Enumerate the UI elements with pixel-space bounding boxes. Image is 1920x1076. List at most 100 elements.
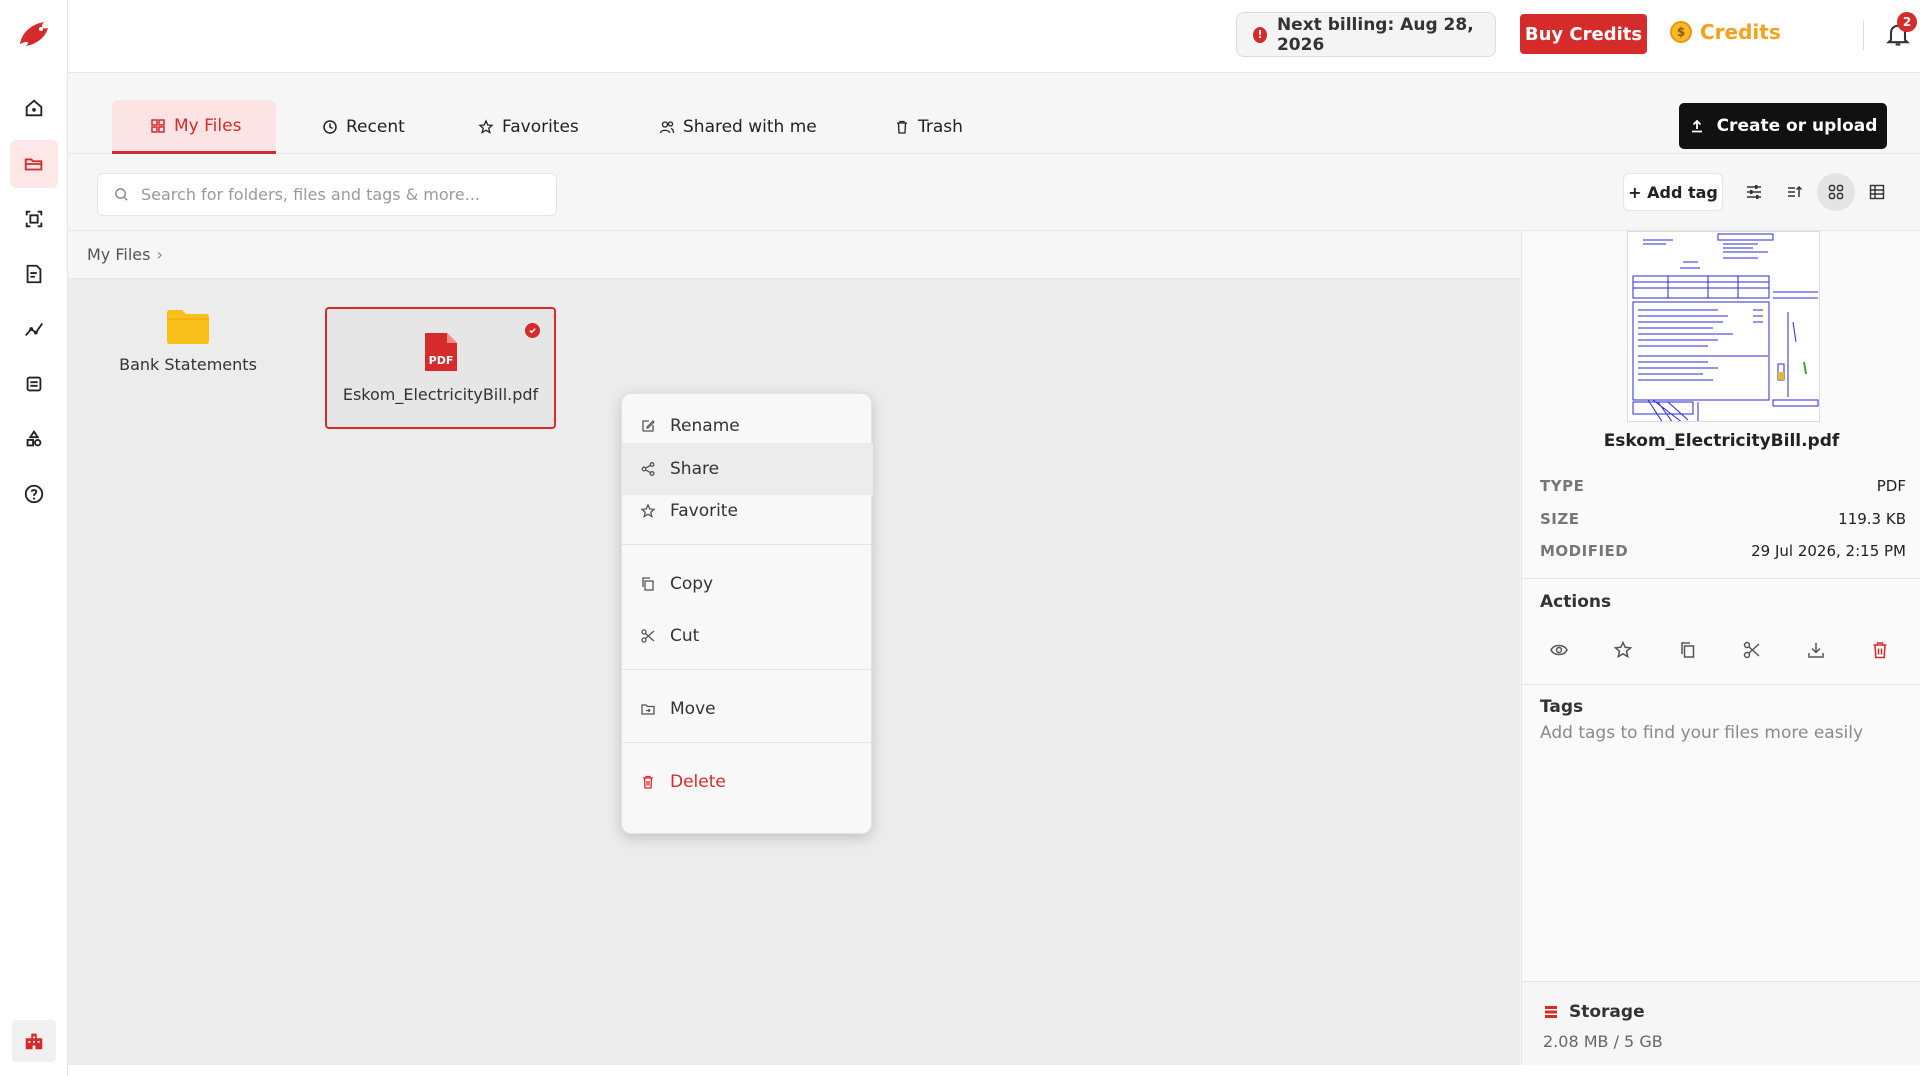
move-folder-icon: [641, 704, 655, 715]
storage-title-row: Storage: [1543, 1002, 1645, 1022]
folder-bank-statements[interactable]: Bank Statements: [108, 309, 268, 409]
svg-text:PDF: PDF: [428, 354, 453, 367]
create-label: Create or upload: [1716, 116, 1878, 136]
copy-action[interactable]: [1674, 636, 1702, 664]
menu-delete[interactable]: Delete: [622, 756, 873, 808]
tab-trash[interactable]: Trash: [872, 100, 985, 154]
scissors-icon: [1743, 641, 1760, 659]
divider: [1522, 578, 1920, 579]
menu-divider: [622, 742, 873, 743]
view-action[interactable]: [1545, 636, 1573, 664]
menu-label: Share: [670, 459, 720, 479]
copy-icon: [642, 577, 654, 591]
help-icon: [24, 484, 44, 504]
toolbar: + Add tag: [68, 154, 1920, 231]
organization-button[interactable]: [12, 1020, 56, 1062]
coin-icon: $: [1670, 21, 1692, 43]
grid-icon: [151, 118, 165, 133]
list-icon: [26, 376, 42, 392]
menu-move[interactable]: Move: [622, 683, 873, 735]
search-input[interactable]: [141, 185, 541, 204]
nav-list[interactable]: [10, 360, 58, 408]
grid-view-button[interactable]: [1817, 173, 1855, 211]
menu-cut[interactable]: Cut: [622, 610, 873, 662]
storage-title: Storage: [1569, 1002, 1645, 1022]
app-logo-icon[interactable]: [14, 14, 54, 54]
search-box: [97, 173, 557, 216]
storage-section: Storage 2.08 MB / 5 GB: [1522, 981, 1920, 1065]
actions-title: Actions: [1540, 592, 1612, 612]
meta-modified-key: MODIFIED: [1540, 542, 1629, 560]
menu-label: Move: [670, 699, 716, 719]
trash-icon: [897, 120, 907, 134]
buy-credits-button[interactable]: Buy Credits: [1520, 14, 1647, 54]
billing-text: Next billing: Aug 28, 2026: [1276, 14, 1474, 55]
upload-icon: [1691, 119, 1702, 133]
trash-icon: [643, 775, 653, 789]
meta-type-row: TYPE PDF: [1540, 477, 1906, 495]
create-upload-button[interactable]: Create or upload: [1679, 103, 1887, 149]
notification-badge: 2: [1897, 12, 1917, 32]
nav-help[interactable]: [10, 470, 58, 518]
tab-recent[interactable]: Recent: [300, 100, 427, 154]
download-action[interactable]: [1802, 636, 1830, 664]
tab-favorites[interactable]: Favorites: [456, 100, 601, 154]
info-icon: !: [1253, 26, 1267, 43]
file-eskom-bill[interactable]: PDF Eskom_ElectricityBill.pdf: [325, 307, 556, 429]
breadcrumb-my-files[interactable]: My Files: [87, 245, 150, 264]
tab-label: Favorites: [502, 117, 579, 137]
pdf-file-icon: PDF: [424, 333, 457, 371]
tab-my-files[interactable]: My Files: [112, 100, 276, 154]
billing-badge[interactable]: ! Next billing: Aug 28, 2026: [1236, 12, 1496, 57]
meta-size-value: 119.3 KB: [1838, 510, 1906, 528]
meta-type-value: PDF: [1876, 477, 1906, 495]
delete-action[interactable]: [1866, 636, 1894, 664]
left-sidebar: [0, 0, 68, 1076]
menu-label: Cut: [670, 626, 700, 646]
favorite-action[interactable]: [1609, 636, 1637, 664]
scan-icon: [25, 210, 43, 228]
divider: [1863, 20, 1864, 50]
menu-label: Delete: [670, 772, 726, 792]
nav-documents[interactable]: [10, 250, 58, 298]
file-preview-thumbnail[interactable]: [1627, 231, 1820, 422]
star-icon: [478, 119, 494, 134]
sort-button[interactable]: [1776, 173, 1814, 211]
clock-icon: [323, 120, 337, 134]
divider: [1522, 684, 1920, 685]
filter-button[interactable]: [1735, 173, 1773, 211]
details-panel: Eskom_ElectricityBill.pdf TYPE PDF SIZE …: [1521, 231, 1920, 1065]
credits-label: Credits: [1700, 20, 1781, 44]
cut-action[interactable]: [1738, 636, 1766, 664]
nav-home[interactable]: [10, 84, 58, 132]
share-icon: [641, 462, 655, 476]
tab-label: My Files: [174, 115, 242, 136]
nav-analytics[interactable]: [10, 305, 58, 353]
tab-label: Shared with me: [683, 117, 817, 137]
top-bar: ! Next billing: Aug 28, 2026 Buy Credits…: [68, 0, 1920, 73]
tags-hint[interactable]: Add tags to find your files more easily: [1540, 723, 1863, 743]
sort-icon: [1788, 185, 1803, 197]
table-view-button[interactable]: [1858, 173, 1896, 211]
sliders-icon: [1747, 185, 1761, 199]
menu-favorite[interactable]: Favorite: [622, 485, 873, 537]
menu-label: Copy: [670, 574, 714, 594]
eye-icon: [1550, 644, 1568, 656]
document-add-icon: [26, 264, 42, 284]
breadcrumb-separator: ›: [156, 245, 163, 264]
scissors-icon: [641, 629, 655, 643]
users-icon: [659, 121, 675, 134]
breadcrumb: My Files ›: [68, 231, 1520, 279]
copy-icon: [1681, 642, 1695, 658]
folder-icon: [24, 158, 43, 171]
nav-shapes[interactable]: [10, 415, 58, 463]
nav-scan[interactable]: [10, 195, 58, 243]
menu-copy[interactable]: Copy: [622, 558, 873, 610]
nav-files[interactable]: [10, 140, 58, 188]
tags-title: Tags: [1540, 697, 1584, 717]
meta-type-key: TYPE: [1540, 477, 1585, 495]
details-file-name: Eskom_ElectricityBill.pdf: [1603, 431, 1840, 451]
credits-button[interactable]: $ Credits: [1670, 20, 1781, 44]
add-tag-button[interactable]: + Add tag: [1623, 173, 1723, 211]
tab-shared[interactable]: Shared with me: [637, 100, 839, 154]
